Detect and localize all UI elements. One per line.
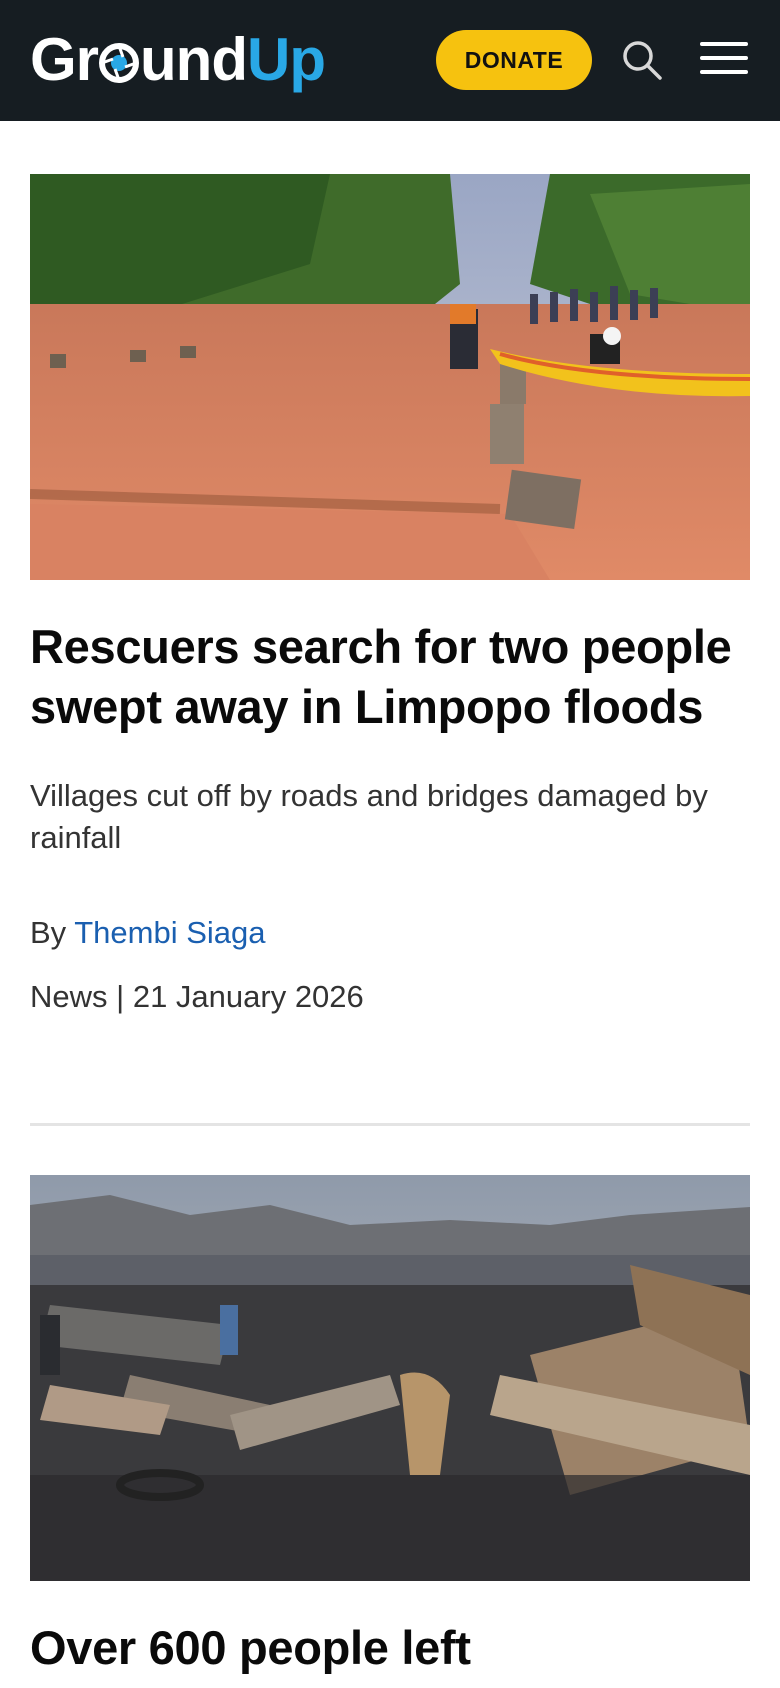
article-byline: By Thembi Siaga [30, 913, 750, 953]
category-link[interactable]: News [30, 979, 108, 1014]
site-header: Gr undUp DONATE [0, 0, 780, 121]
logo-text-up: Up [246, 26, 326, 93]
hamburger-line [700, 56, 748, 60]
logo-text-ground-end: und [140, 26, 248, 93]
article-divider [30, 1123, 750, 1126]
meta-separator: | [116, 979, 125, 1014]
byline-prefix: By [30, 915, 67, 950]
search-icon [623, 41, 662, 80]
donate-button[interactable]: DONATE [436, 30, 592, 90]
article-headline[interactable]: Over 600 people left [30, 1618, 750, 1678]
article-card: Over 600 people left [30, 1175, 750, 1678]
article-summary: Villages cut off by roads and bridges da… [30, 778, 708, 855]
article-headline[interactable]: Rescuers search for two people swept awa… [30, 617, 750, 737]
logo-aperture-icon [99, 43, 140, 83]
article-card: Rescuers search for two people swept awa… [30, 174, 750, 1017]
author-link[interactable]: Thembi Siaga [74, 915, 265, 950]
article-date: 21 January 2026 [132, 979, 364, 1014]
hamburger-line [700, 70, 748, 74]
burned-settlement-photo[interactable] [30, 1175, 750, 1581]
logo-text-ground-start: Gr [30, 26, 99, 93]
hamburger-menu-icon [700, 42, 748, 46]
flood-rescue-photo[interactable] [30, 174, 750, 580]
article-meta: News | 21 January 2026 [30, 977, 750, 1017]
search-button[interactable] [620, 38, 664, 82]
groundup-logo[interactable]: Gr undUp [30, 18, 326, 102]
menu-button[interactable] [700, 38, 752, 78]
